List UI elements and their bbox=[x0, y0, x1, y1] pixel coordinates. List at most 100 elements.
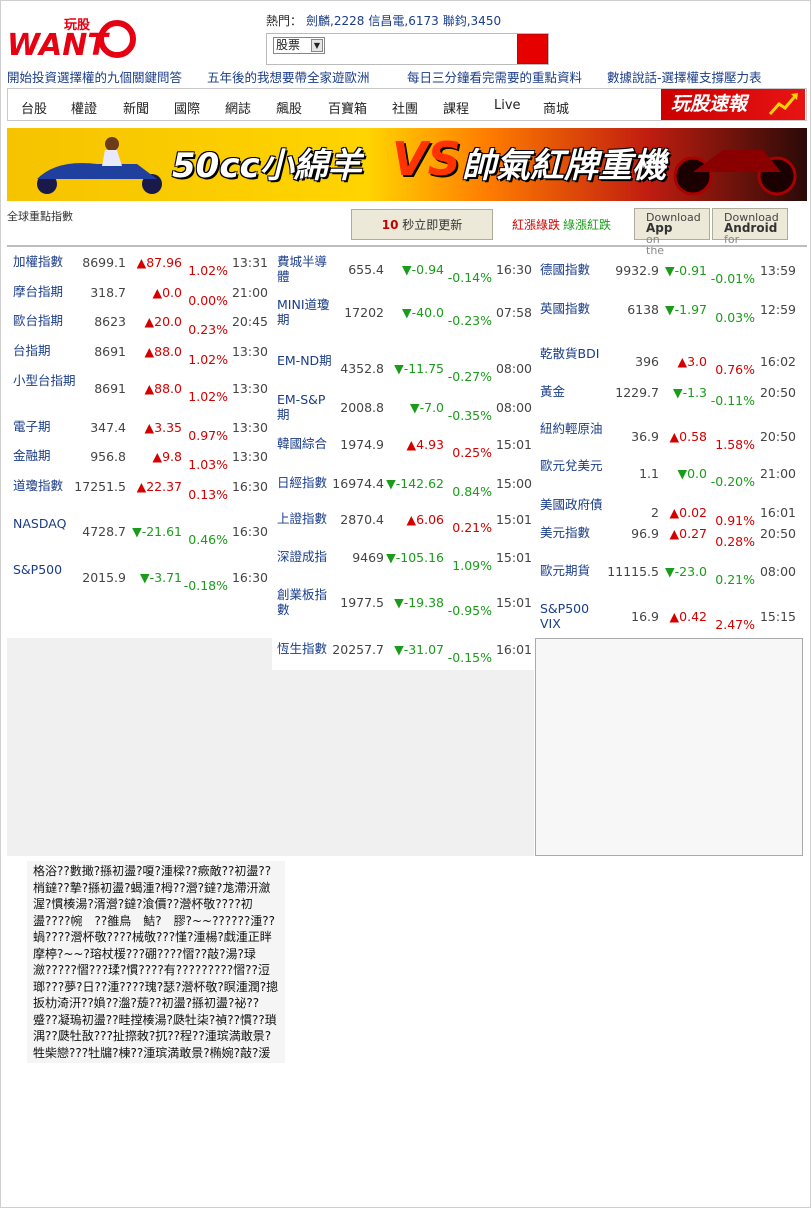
quote-name[interactable]: 摩台指期 bbox=[13, 284, 81, 299]
quote-name[interactable]: 恆生指數 bbox=[277, 641, 337, 656]
quote-row[interactable]: 上證指數 2870.4 ▲6.06 0.21% 15:01 bbox=[277, 511, 532, 539]
quote-name[interactable]: 電子期 bbox=[13, 419, 81, 434]
search-input[interactable] bbox=[329, 37, 515, 61]
quote-change-value: -11.75 bbox=[403, 361, 444, 376]
quote-percent: 0.21% bbox=[715, 572, 755, 587]
quote-name[interactable]: EM-ND期 bbox=[277, 353, 337, 368]
hot-item[interactable]: 聯鈞,3450 bbox=[443, 14, 501, 28]
nav-item-hot-stocks[interactable]: 飆股 bbox=[276, 98, 302, 117]
promo-link[interactable]: 開始投資選擇權的九個關鍵問答 bbox=[7, 67, 182, 86]
download-app-button[interactable]: Download App on the bbox=[634, 208, 710, 256]
nav-item-toolbox[interactable]: 百寶箱 bbox=[328, 98, 367, 117]
quote-name[interactable]: 道瓊指數 bbox=[13, 478, 81, 493]
quote-row[interactable]: 費城半導體 655.4 ▼-0.94 -0.14% 16:30 bbox=[277, 254, 532, 285]
hot-item[interactable]: 信昌電,6173 bbox=[368, 14, 438, 28]
quote-row[interactable]: 加權指數 8699.1 ▲87.96 1.02% 13:31 bbox=[13, 254, 268, 282]
quote-name[interactable]: 歐元期貨 bbox=[540, 563, 610, 578]
quote-row[interactable]: S&P500 VIX 16.9 ▲0.42 2.47% 15:15 bbox=[540, 601, 796, 632]
nav-item-international[interactable]: 國際 bbox=[174, 98, 200, 117]
quote-row[interactable]: 日經指數 16974.4 ▼-142.62 0.84% 15:00 bbox=[277, 475, 532, 503]
quote-name[interactable]: NASDAQ bbox=[13, 516, 81, 531]
quote-row[interactable]: 道瓊指數 17251.5 ▲22.37 0.13% 16:30 bbox=[13, 478, 268, 506]
quote-name[interactable]: 台指期 bbox=[13, 343, 81, 358]
quote-change-value: 0.27 bbox=[679, 526, 707, 541]
quote-row[interactable]: 英國指數 6138 ▼-1.97 0.03% 12:59 bbox=[540, 301, 796, 329]
quote-price: 16.9 bbox=[631, 609, 659, 624]
quote-name[interactable]: 黃金 bbox=[540, 384, 610, 399]
quote-row[interactable]: EM-ND期 4352.8 ▼-11.75 -0.27% 08:00 bbox=[277, 353, 532, 384]
quote-row[interactable]: 小型台指期 8691 ▲88.0 1.02% 13:30 bbox=[13, 373, 268, 404]
quote-row[interactable]: 歐元期貨 11115.5 ▼-23.0 0.21% 08:00 bbox=[540, 563, 796, 591]
nav-item-stocks[interactable]: 台股 bbox=[21, 98, 47, 117]
quote-row[interactable]: MINI道瓊期 17202 ▼-40.0 -0.23% 07:58 bbox=[277, 297, 532, 328]
quote-name[interactable]: 創業板指數 bbox=[277, 587, 337, 617]
legend-red-up[interactable]: 紅漲綠跌 bbox=[512, 218, 560, 232]
quote-change-value: -142.62 bbox=[395, 476, 444, 491]
quote-name[interactable]: 深證成指 bbox=[277, 549, 337, 564]
download-android-button[interactable]: Download Android for bbox=[712, 208, 788, 245]
legend-green-up[interactable]: 綠漲紅跌 bbox=[563, 218, 611, 232]
quote-row[interactable]: 摩台指期 318.7 ▲0.0 0.00% 21:00 bbox=[13, 284, 268, 312]
quote-name[interactable]: 韓國綜合 bbox=[277, 436, 337, 451]
quote-row[interactable]: 電子期 347.4 ▲3.35 0.97% 13:30 bbox=[13, 419, 268, 447]
quote-row[interactable]: 美國政府債 2 ▲0.02 0.91% 16:01 bbox=[540, 497, 796, 528]
nav-item-groups[interactable]: 社團 bbox=[392, 98, 418, 117]
promo-link[interactable]: 五年後的我想要帶全家遊歐洲 bbox=[207, 67, 370, 86]
quote-row[interactable]: 金融期 956.8 ▲9.8 1.03% 13:30 bbox=[13, 448, 268, 476]
quote-name[interactable]: 德國指數 bbox=[540, 262, 610, 277]
nav-item-courses[interactable]: 課程 bbox=[443, 98, 469, 117]
nav-item-live[interactable]: Live bbox=[494, 98, 521, 113]
promo-link[interactable]: 每日三分鐘看完需要的重點資料 bbox=[407, 67, 582, 86]
nav-item-warrants[interactable]: 權證 bbox=[71, 98, 97, 117]
quote-name[interactable]: 英國指數 bbox=[540, 301, 610, 316]
nav-item-blog[interactable]: 網誌 bbox=[225, 98, 251, 117]
quote-price: 396 bbox=[635, 354, 659, 369]
quote-change-value: 0.42 bbox=[679, 609, 707, 624]
search-type-select[interactable]: 股票 ▼ bbox=[273, 37, 325, 54]
hot-item[interactable]: 劍麟,2228 bbox=[306, 14, 364, 28]
quote-name[interactable]: 小型台指期 bbox=[13, 373, 81, 388]
quote-row[interactable]: 歐台指期 8623 ▲20.0 0.23% 20:45 bbox=[13, 313, 268, 341]
quote-name[interactable]: 歐元兌美元 bbox=[540, 458, 610, 473]
want-logo[interactable]: WANT 玩股 bbox=[7, 15, 137, 63]
quote-row[interactable]: 深證成指 9469 ▼-105.16 1.09% 15:01 bbox=[277, 549, 532, 577]
quote-row[interactable]: 歐元兌美元 1.1 ▼0.0 -0.20% 21:00 bbox=[540, 458, 796, 489]
search-button[interactable] bbox=[517, 34, 548, 64]
quote-name[interactable]: 乾散貨BDI bbox=[540, 346, 610, 361]
quote-name[interactable]: 紐約輕原油 bbox=[540, 421, 610, 436]
quote-row[interactable]: 德國指數 9932.9 ▼-0.91 -0.01% 13:59 bbox=[540, 262, 796, 290]
quote-name[interactable]: S&P500 VIX bbox=[540, 601, 610, 631]
quote-name[interactable]: EM-S&P期 bbox=[277, 392, 337, 422]
quote-name[interactable]: 日經指數 bbox=[277, 475, 337, 490]
quote-row[interactable]: 台指期 8691 ▲88.0 1.02% 13:30 bbox=[13, 343, 268, 371]
quote-row[interactable]: 恆生指數 20257.7 ▼-31.07 -0.15% 16:01 bbox=[277, 641, 532, 669]
quote-name[interactable]: MINI道瓊期 bbox=[277, 297, 337, 327]
promo-link[interactable]: 數據說話-選擇權支撐壓力表 bbox=[607, 67, 762, 86]
nav-item-news[interactable]: 新聞 bbox=[123, 98, 149, 117]
quote-row[interactable]: EM-S&P期 2008.8 ▼-7.0 -0.35% 08:00 bbox=[277, 392, 532, 423]
refresh-button[interactable]: 10 秒立即更新 bbox=[351, 209, 493, 240]
hot-label: 熱門： bbox=[266, 14, 303, 28]
quote-row[interactable]: 紐約輕原油 36.9 ▲0.58 1.58% 20:50 bbox=[540, 421, 796, 452]
quote-row[interactable]: 創業板指數 1977.5 ▼-19.38 -0.95% 15:01 bbox=[277, 587, 532, 618]
quote-name[interactable]: 歐台指期 bbox=[13, 313, 81, 328]
quote-name[interactable]: 美元指數 bbox=[540, 525, 610, 540]
quote-name[interactable]: 上證指數 bbox=[277, 511, 337, 526]
quote-row[interactable]: 黃金 1229.7 ▼-1.3 -0.11% 20:50 bbox=[540, 384, 796, 412]
quote-price: 1.1 bbox=[639, 466, 659, 481]
quote-name[interactable]: S&P500 bbox=[13, 562, 81, 577]
nav-item-shop[interactable]: 商城 bbox=[543, 98, 569, 117]
quote-name[interactable]: 金融期 bbox=[13, 448, 81, 463]
quote-row[interactable]: 美元指數 96.9 ▲0.27 0.28% 20:50 bbox=[540, 525, 796, 553]
quote-row[interactable]: 乾散貨BDI 396 ▲3.0 0.76% 16:02 bbox=[540, 346, 796, 377]
quote-row[interactable]: NASDAQ 4728.7 ▼-21.61 0.46% 16:30 bbox=[13, 516, 268, 547]
quote-time: 20:45 bbox=[231, 314, 268, 329]
quote-name[interactable]: 費城半導體 bbox=[277, 254, 337, 284]
ad-banner[interactable]: 50cc小綿羊 VS 帥氣紅牌重機 bbox=[7, 128, 807, 201]
quote-change-value: 88.0 bbox=[154, 381, 182, 396]
quote-row[interactable]: S&P500 2015.9 ▼-3.71 -0.18% 16:30 bbox=[13, 562, 268, 593]
flash-news-button[interactable]: 玩股速報 bbox=[661, 89, 805, 120]
quote-row[interactable]: 韓國綜合 1974.9 ▲4.93 0.25% 15:01 bbox=[277, 436, 532, 464]
quote-name[interactable]: 美國政府債 bbox=[540, 497, 610, 512]
quote-name[interactable]: 加權指數 bbox=[13, 254, 81, 269]
